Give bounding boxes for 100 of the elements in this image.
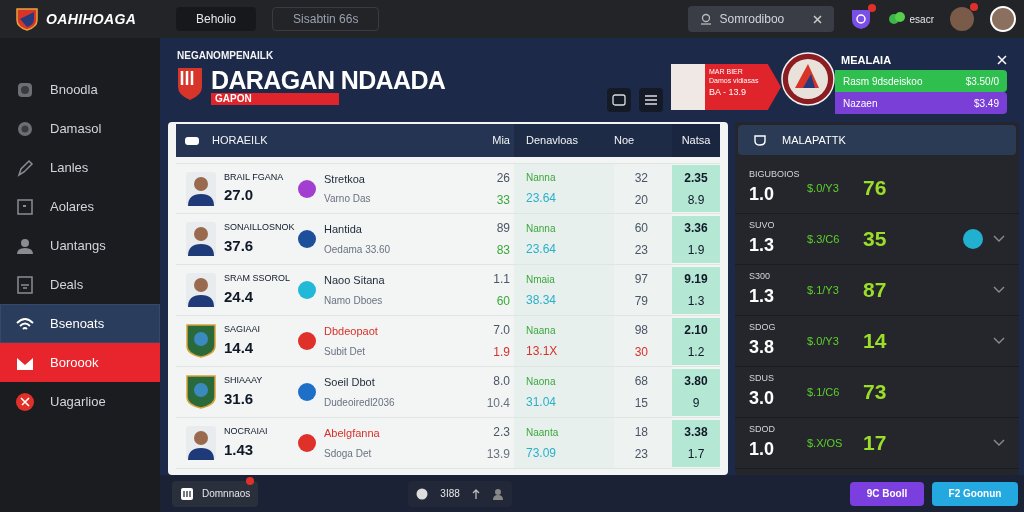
table-cell-text: 33 — [496, 191, 510, 209]
sidebar-item[interactable]: Aolares — [0, 187, 160, 226]
sidebar-item[interactable]: Lanles — [0, 148, 160, 187]
column-header: Noe — [614, 133, 635, 149]
column-header: Natsa — [681, 133, 711, 149]
team-name: Dbdeopaot — [324, 324, 378, 340]
table-cell-text: 23.64 — [526, 240, 558, 258]
hero-subtitle: GAPON — [211, 93, 339, 105]
table-cell-text: 13.9 — [486, 446, 510, 463]
table-cell-text: 83 — [496, 242, 510, 259]
player-score: 37.6 — [224, 235, 255, 256]
table-cell-text: 1.9 — [687, 242, 705, 259]
table-cell-text: 2.3 — [493, 424, 510, 441]
player-name: SAGIAAI — [224, 323, 260, 336]
table-cell-text: 1.1 — [493, 271, 510, 288]
clover-icon — [887, 11, 906, 27]
table-cell-text: 18 — [634, 424, 648, 441]
close-icon — [997, 55, 1007, 65]
table-cell-text: 1.7 — [687, 446, 705, 463]
stat-label: SDOG — [749, 320, 777, 334]
crest-icon — [186, 324, 216, 358]
count-label: 3I88 — [440, 487, 460, 501]
player-score: 31.6 — [224, 388, 255, 409]
table-cell-text: 20 — [634, 191, 648, 209]
stat-value: 1.3 — [749, 285, 776, 309]
status-label: Naona — [526, 374, 557, 389]
counter-button[interactable]: Domnnaos — [172, 480, 259, 507]
search-field[interactable]: Somrodiboo — [719, 10, 805, 28]
stat-label: SDUS — [749, 371, 775, 385]
close-icon — [812, 14, 822, 24]
table-cell-text: 38.34 — [526, 291, 558, 309]
table-cell-text: 23 — [634, 242, 648, 259]
top-tab[interactable]: Sisabtin 66s — [272, 7, 380, 31]
sidebar-item[interactable]: Uagarlioe — [0, 382, 160, 421]
column-header: HORAEILK — [212, 133, 268, 149]
stat-number: 14 — [863, 328, 887, 355]
team-detail: Oedama 33.60 — [324, 242, 391, 257]
person-avatar-icon — [186, 222, 216, 256]
top-tab[interactable]: Beholio — [176, 7, 257, 31]
avatar[interactable] — [990, 6, 1016, 32]
hero-kicker: NEGANOMPENAILK — [177, 49, 275, 63]
badge-icon — [16, 392, 34, 411]
table-cell-text: 30 — [634, 344, 648, 361]
player-name: BRAIL FGANA — [224, 170, 284, 184]
hero-title: DARAGAN NDAADA — [211, 67, 446, 93]
person-avatar-icon — [186, 426, 216, 460]
player-score: 14.4 — [224, 337, 255, 358]
sidebar-item[interactable]: Boroook — [0, 343, 160, 382]
table-cell-text: 8.9 — [687, 191, 705, 209]
sidebar-item[interactable]: Bsenoats — [0, 304, 160, 343]
status-label: Naanta — [526, 425, 560, 440]
stat-change: $.0/Y3 — [807, 333, 840, 349]
table-cell-text: 9.19 — [684, 271, 708, 288]
person-icon — [491, 487, 504, 500]
action-button[interactable]: 9C Booll — [850, 481, 924, 506]
image-button[interactable] — [607, 88, 631, 112]
player-score: 27.0 — [224, 185, 255, 205]
document-icon — [16, 275, 34, 294]
table-cell-text: 8.0 — [493, 373, 510, 390]
player-name: NOCRAIAI — [224, 425, 268, 438]
promo-value: $3.50/0 — [965, 74, 999, 89]
table-cell-text: 1.3 — [687, 293, 705, 310]
promo-row[interactable]: Nazaen $3.49 — [835, 92, 1007, 114]
column-header: Denavloas — [526, 133, 578, 149]
table-cell-text: 10.4 — [486, 395, 510, 412]
card-icon — [184, 135, 200, 146]
stat-number: 87 — [863, 277, 887, 304]
shield-logo-icon — [16, 7, 38, 31]
stat-number: 17 — [863, 430, 887, 457]
table-cell-text: 32 — [634, 169, 648, 187]
arrow-up-icon — [471, 488, 480, 499]
stat-value: 3.0 — [749, 387, 776, 411]
player-score: BA - 13.9 — [709, 86, 748, 99]
stat-label: SUVO — [749, 218, 776, 232]
team-name: Naoo Sitana — [324, 273, 385, 289]
player-name: SHIAAAY — [224, 374, 263, 387]
player-name: SONAILLOSNOK — [224, 221, 295, 234]
stat-number: 76 — [863, 175, 887, 202]
table-cell-text: 26 — [496, 169, 510, 187]
stat-label: SDOD — [749, 422, 776, 436]
sidebar-item[interactable]: Bnoodla — [0, 70, 160, 109]
search-bar[interactable]: Somrodiboo — [687, 6, 834, 32]
grid-button[interactable] — [639, 88, 663, 112]
stat-change: $.X/OS — [807, 435, 844, 451]
table-cell-text: 31.04 — [526, 393, 558, 411]
table-cell-text: 3.38 — [684, 424, 708, 441]
stat-value: 1.3 — [749, 234, 776, 258]
calendar-icon — [180, 486, 194, 501]
sidebar-item[interactable]: Deals — [0, 265, 160, 304]
sidebar-item[interactable]: Damasol — [0, 109, 160, 148]
table-cell-text: 3.80 — [684, 373, 708, 390]
sidebar-item[interactable]: Uantangs — [0, 226, 160, 265]
person-icon — [16, 236, 34, 255]
team-crest-icon — [781, 52, 835, 106]
square-icon — [16, 197, 34, 216]
table-cell-text: 89 — [496, 220, 510, 237]
table-cell-text: 23.64 — [526, 190, 558, 207]
promo-label: Nazaen — [843, 96, 878, 111]
table-cell-text: 2.35 — [684, 169, 708, 187]
crest-icon — [177, 67, 203, 101]
